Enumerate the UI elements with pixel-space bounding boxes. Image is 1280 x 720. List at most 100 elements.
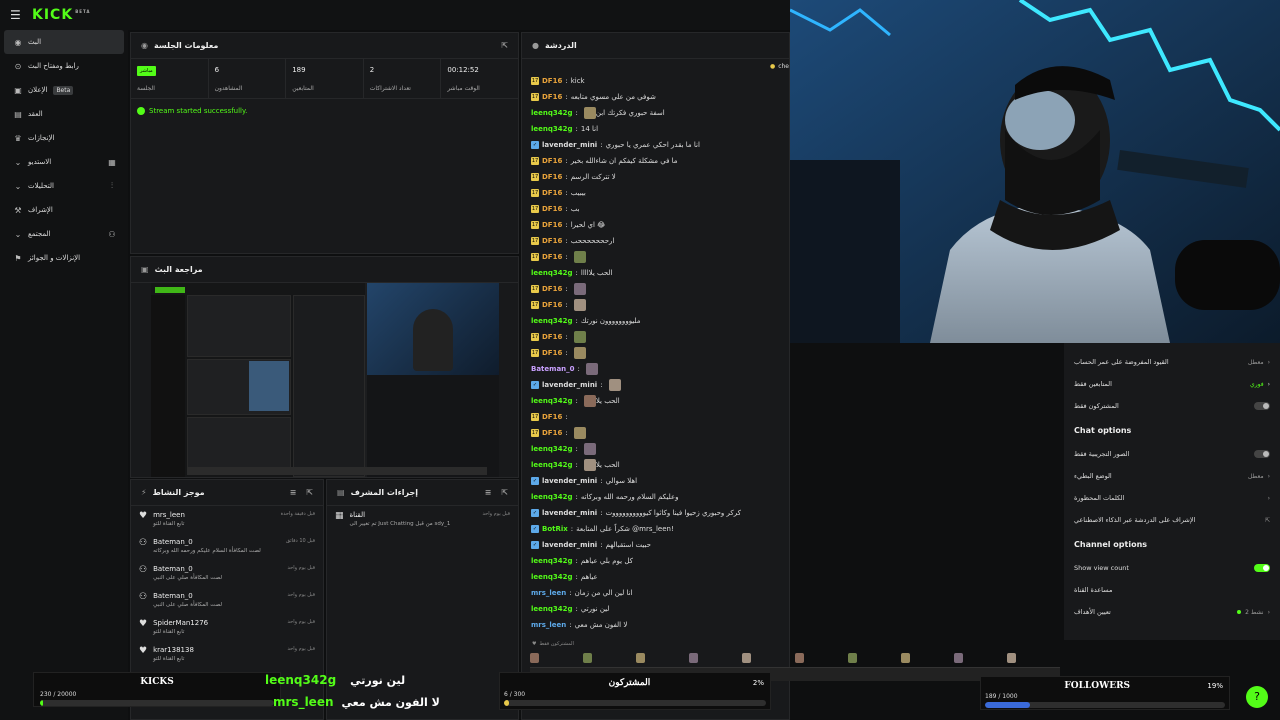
chat-message[interactable]: 17 DF16: ارحححححححب <box>522 233 789 249</box>
chat-message[interactable]: leenq342g: <box>522 441 789 457</box>
sidebar-item-achievements[interactable]: ♛ الإنجازات <box>4 126 124 150</box>
toggle-switch[interactable] <box>1254 402 1270 410</box>
settings-row[interactable]: الكلمات المحظورة › <box>1064 487 1280 509</box>
sidebar-item-drops[interactable]: ⚑ الإنزالات و الجوائز <box>4 246 124 270</box>
hamburger-menu-icon[interactable]: ☰ <box>10 8 22 22</box>
sidebar-item-analytics[interactable]: ⌄ التحليلات ⫶ <box>4 174 124 198</box>
chat-username[interactable]: DF16 <box>542 349 562 357</box>
chat-username[interactable]: leenq342g <box>531 573 573 581</box>
sidebar-item-studio[interactable]: ⌄ الاستديو ▦ <box>4 150 124 174</box>
chat-username[interactable]: DF16 <box>542 77 562 85</box>
chat-username[interactable]: lavender_mini <box>542 477 597 485</box>
settings-row[interactable]: الوضع البطيء معطل › <box>1064 465 1280 487</box>
chat-username[interactable]: Bateman_0 <box>531 365 575 373</box>
chat-message[interactable]: ✓ lavender_mini: انا ما بقدر احكي عمري يا … <box>522 137 789 153</box>
toggle-switch[interactable] <box>1254 450 1270 458</box>
chat-username[interactable]: DF16 <box>542 333 562 341</box>
chat-username[interactable]: leenq342g <box>531 461 573 469</box>
chat-username[interactable]: DF16 <box>542 429 562 437</box>
chat-username[interactable]: leenq342g <box>531 269 573 277</box>
chat-message[interactable]: leenq342g: الحب يلااااا <box>522 265 789 281</box>
settings-row[interactable]: مساعدة القناة <box>1064 579 1280 601</box>
chat-message[interactable]: leenq342g: وعليكم السلام ورحمه الله وبركا… <box>522 489 789 505</box>
chat-username[interactable]: BotRix <box>542 525 568 533</box>
chat-username[interactable]: leenq342g <box>531 493 573 501</box>
emote-icon[interactable] <box>742 653 751 663</box>
chat-message[interactable]: 17 DF16: <box>522 297 789 313</box>
help-icon[interactable]: ? <box>1246 686 1268 708</box>
filter-icon[interactable]: ≡ <box>290 488 297 497</box>
chat-username[interactable]: DF16 <box>542 93 562 101</box>
chat-message[interactable]: 17 DF16: <box>522 329 789 345</box>
chat-message[interactable]: leenq342g: انا 14 <box>522 121 789 137</box>
settings-row[interactable]: الصور التجريبية فقط <box>1064 443 1280 465</box>
chat-username[interactable]: mrs_leen <box>531 589 566 597</box>
popout-icon[interactable]: ⇱ <box>501 41 508 50</box>
chat-message[interactable]: ✓ lavender_mini: حبيت استقبالهم <box>522 537 789 553</box>
toggle-switch[interactable] <box>1254 564 1270 572</box>
chat-username[interactable]: leenq342g <box>531 557 573 565</box>
chat-message[interactable]: leenq342g: اسفة حبوري فكرتك ابن <box>522 105 789 121</box>
chat-message[interactable]: leenq342g: الحب يلا <box>522 457 789 473</box>
chat-username[interactable]: leenq342g <box>531 125 573 133</box>
chat-message[interactable]: ✓ BotRix: شكراً على المتابعة @mrs_leen! <box>522 521 789 537</box>
chat-username[interactable]: DF16 <box>542 413 562 421</box>
chat-username[interactable]: leenq342g <box>531 109 573 117</box>
chat-message[interactable]: mrs_leen: لا الفون مش معي <box>522 617 789 633</box>
settings-row[interactable]: القيود المفروضة على عمر الحساب معطل › <box>1064 351 1280 373</box>
chat-username[interactable]: DF16 <box>542 253 562 261</box>
chat-username[interactable]: leenq342g <box>531 445 573 453</box>
chat-message[interactable]: 17 DF16: <box>522 345 789 361</box>
chat-message[interactable]: ✓ lavender_mini: <box>522 377 789 393</box>
chat-message[interactable]: 17 DF16: بيبيب <box>522 185 789 201</box>
chat-username[interactable]: DF16 <box>542 157 562 165</box>
chat-username[interactable]: leenq342g <box>531 397 573 405</box>
sidebar-item-live[interactable]: ◉ البث <box>4 30 124 54</box>
stream-preview[interactable] <box>151 283 499 477</box>
chat-message[interactable]: 17 DF16: لا تتركت الرسم <box>522 169 789 185</box>
chat-username[interactable]: DF16 <box>542 221 562 229</box>
chat-username[interactable]: leenq342g <box>531 317 573 325</box>
chat-message[interactable]: 17 DF16: kick <box>522 73 789 89</box>
sidebar-item-ads[interactable]: ▣ الإعلان Beta <box>4 78 124 102</box>
chat-username[interactable]: mrs_leen <box>531 621 566 629</box>
chat-message[interactable]: 17 DF16: ما في مشكلة كيفكم ان شاءالله بخير <box>522 153 789 169</box>
chat-username[interactable]: leenq342g <box>531 605 573 613</box>
popout-icon[interactable]: ⇱ <box>501 488 508 497</box>
emote-icon[interactable] <box>848 653 857 663</box>
settings-row[interactable]: المتابعين فقط فوري › <box>1064 373 1280 395</box>
chat-username[interactable]: DF16 <box>542 205 562 213</box>
chat-message[interactable]: 17 DF16: <box>522 249 789 265</box>
chat-message[interactable]: Bateman_0: <box>522 361 789 377</box>
chat-username[interactable]: DF16 <box>542 301 562 309</box>
chat-message[interactable]: leenq342g: لين نورتي <box>522 601 789 617</box>
chat-message[interactable]: mrs_leen: انا لين الي من زمان <box>522 585 789 601</box>
settings-row[interactable]: تعيين الأهداف نشط 2 › <box>1064 601 1280 623</box>
chat-username[interactable]: DF16 <box>542 189 562 197</box>
settings-row[interactable]: Show view count <box>1064 557 1280 579</box>
chat-username[interactable]: lavender_mini <box>542 509 597 517</box>
sidebar-item-community[interactable]: ⌄ المجتمع ⚇ <box>4 222 124 246</box>
chat-message[interactable]: 17 DF16: <box>522 409 789 425</box>
settings-row[interactable]: الإشراف على الدردشة عبر الذكاء الاصطناعي… <box>1064 509 1280 531</box>
chat-message[interactable]: 17 DF16: اي لحيرا 😂 <box>522 217 789 233</box>
sidebar-item-stream-key[interactable]: ⊙ رابط ومفتاح البث <box>4 54 124 78</box>
chat-username[interactable]: DF16 <box>542 285 562 293</box>
emote-icon[interactable] <box>530 653 539 663</box>
chat-message[interactable]: ✓ lavender_mini: كركر وحبوري زحيوا فينا وك… <box>522 505 789 521</box>
chat-message[interactable]: leenq342g: كل يوم بلي عياهم <box>522 553 789 569</box>
kick-logo[interactable]: KICK BETA <box>32 7 90 23</box>
emote-icon[interactable] <box>795 653 804 663</box>
popout-icon[interactable]: ⇱ <box>306 488 313 497</box>
settings-row[interactable]: المشتركون فقط <box>1064 395 1280 417</box>
emote-icon[interactable] <box>901 653 910 663</box>
chat-username[interactable]: DF16 <box>542 173 562 181</box>
chat-username[interactable]: DF16 <box>542 237 562 245</box>
sidebar-item-moderation[interactable]: ⚒ الإشراف <box>4 198 124 222</box>
chat-message[interactable]: leenq342g: الحب يلا <box>522 393 789 409</box>
chat-message[interactable]: ✓ lavender_mini: اهلا سوالي <box>522 473 789 489</box>
chat-message[interactable]: leenq342g: مليوووووووون نورتك <box>522 313 789 329</box>
emote-icon[interactable] <box>1007 653 1016 663</box>
filter-icon[interactable]: ≡ <box>485 488 492 497</box>
emote-icon[interactable] <box>954 653 963 663</box>
